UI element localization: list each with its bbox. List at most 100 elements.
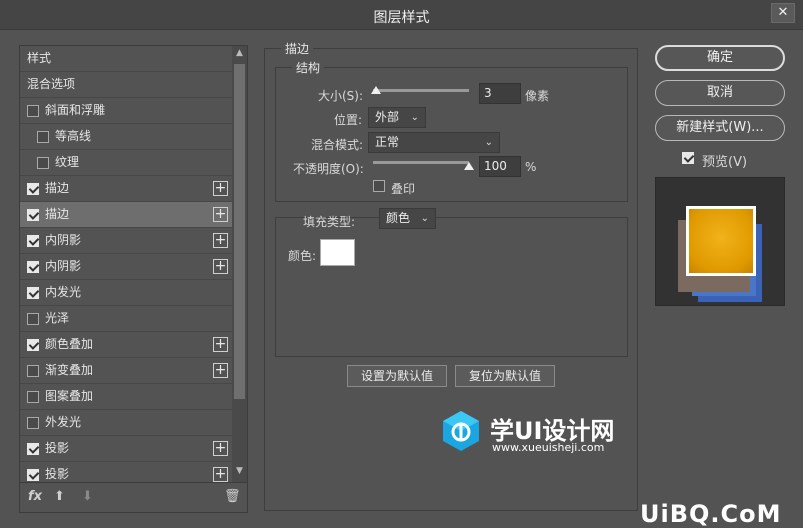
preview-swatch — [689, 209, 753, 273]
add-effect-icon[interactable]: + — [213, 337, 228, 352]
style-item-label: 图案叠加 — [45, 389, 94, 403]
scrollbar-thumb[interactable] — [234, 64, 245, 399]
style-item[interactable]: 纹理 — [20, 150, 232, 176]
style-item[interactable]: 内阴影 + — [20, 254, 232, 280]
style-item[interactable]: 颜色叠加 + — [20, 332, 232, 358]
reset-default-button[interactable]: 复位为默认值 — [455, 365, 555, 387]
style-item-checkbox[interactable] — [27, 417, 39, 429]
style-item-checkbox[interactable] — [27, 313, 39, 325]
cancel-button[interactable]: 取消 — [655, 80, 785, 106]
blend-mode-label: 混合模式: — [311, 138, 364, 152]
watermark-logo-icon — [443, 411, 479, 451]
style-item-checkbox[interactable] — [27, 469, 39, 481]
new-style-button[interactable]: 新建样式(W)... — [655, 115, 785, 141]
trash-icon[interactable]: 🗑 — [224, 489, 241, 504]
opacity-input[interactable]: 100 — [479, 156, 521, 177]
add-effect-icon[interactable]: + — [213, 233, 228, 248]
opacity-label: 不透明度(O): — [293, 162, 364, 176]
add-effect-icon[interactable]: + — [213, 207, 228, 222]
position-label: 位置: — [334, 113, 363, 127]
style-item-checkbox[interactable] — [27, 105, 39, 117]
preview-checkbox[interactable] — [682, 152, 694, 164]
style-item[interactable]: 内发光 — [20, 280, 232, 306]
style-item-checkbox[interactable] — [27, 339, 39, 351]
watermark-url: www.xueuisheji.com — [492, 441, 605, 454]
opacity-slider-thumb[interactable] — [464, 162, 474, 170]
close-icon[interactable]: ✕ — [771, 3, 795, 23]
add-effect-icon[interactable]: + — [213, 181, 228, 196]
move-up-icon[interactable]: ⬆ — [54, 489, 65, 504]
add-effect-icon[interactable]: + — [213, 467, 228, 482]
style-item-label: 颜色叠加 — [45, 337, 94, 351]
add-effect-icon[interactable]: + — [213, 259, 228, 274]
position-select[interactable]: 外部 ⌄ — [368, 107, 426, 128]
size-unit: 像素 — [525, 89, 550, 103]
preview-label: 预览(V) — [702, 155, 748, 170]
style-item[interactable]: 斜面和浮雕 — [20, 98, 232, 124]
move-down-icon[interactable]: ⬇ — [82, 489, 93, 504]
style-item[interactable]: 投影 + — [20, 462, 232, 482]
opacity-slider-track[interactable] — [373, 161, 469, 164]
style-item-checkbox[interactable] — [27, 443, 39, 455]
style-item-label: 内发光 — [45, 285, 82, 299]
style-item-label: 描边 — [45, 207, 70, 221]
scroll-down-icon[interactable]: ▼ — [232, 466, 247, 476]
title-bar: 图层样式 ✕ — [0, 0, 803, 30]
add-effect-icon[interactable]: + — [213, 363, 228, 378]
size-input[interactable]: 3 — [479, 83, 521, 104]
style-item[interactable]: 样式 — [20, 46, 232, 72]
style-item[interactable]: 光泽 — [20, 306, 232, 332]
fill-type-group — [275, 217, 628, 357]
overprint-label: 叠印 — [391, 182, 416, 196]
fx-icon[interactable]: fx — [28, 489, 42, 504]
chevron-down-icon: ⌄ — [420, 213, 429, 224]
style-item-label: 渐变叠加 — [45, 363, 94, 377]
set-default-button[interactable]: 设置为默认值 — [347, 365, 447, 387]
style-item-checkbox[interactable] — [37, 131, 49, 143]
watermark-corner: UiBQ.CoM — [640, 500, 782, 528]
add-effect-icon[interactable]: + — [213, 441, 228, 456]
ok-button[interactable]: 确定 — [655, 45, 785, 71]
style-item[interactable]: 混合选项 — [20, 72, 232, 98]
style-item[interactable]: 外发光 — [20, 410, 232, 436]
style-item[interactable]: 投影 + — [20, 436, 232, 462]
overprint-checkbox[interactable] — [373, 180, 385, 192]
opacity-unit: % — [525, 160, 537, 174]
style-item[interactable]: 内阴影 + — [20, 228, 232, 254]
style-item-label: 投影 — [45, 467, 70, 481]
style-item-label: 等高线 — [55, 129, 92, 143]
scroll-up-icon[interactable]: ▲ — [232, 48, 247, 58]
style-item[interactable]: 描边 + — [20, 202, 232, 228]
style-item-label: 内阴影 — [45, 259, 82, 273]
size-label: 大小(S): — [318, 89, 364, 103]
style-item[interactable]: 图案叠加 — [20, 384, 232, 410]
style-item-checkbox[interactable] — [27, 287, 39, 299]
style-item-checkbox[interactable] — [37, 157, 49, 169]
style-item-checkbox[interactable] — [27, 209, 39, 221]
styles-scrollbar[interactable]: ▲ ▼ — [232, 46, 247, 482]
style-preview — [655, 177, 785, 306]
size-slider-thumb[interactable] — [370, 86, 381, 94]
style-item-checkbox[interactable] — [27, 183, 39, 195]
blend-mode-value: 正常 — [375, 135, 400, 149]
style-item-checkbox[interactable] — [27, 235, 39, 247]
style-item-checkbox[interactable] — [27, 365, 39, 377]
size-slider-track[interactable] — [373, 89, 469, 92]
style-item-label: 混合选项 — [27, 77, 76, 91]
fill-type-label: 填充类型: — [303, 215, 356, 229]
style-item-checkbox[interactable] — [27, 261, 39, 273]
color-label: 颜色: — [288, 249, 317, 263]
style-item[interactable]: 渐变叠加 + — [20, 358, 232, 384]
chevron-down-icon: ⌄ — [484, 137, 493, 148]
blend-mode-select[interactable]: 正常 ⌄ — [368, 132, 500, 153]
style-item-label: 光泽 — [45, 311, 70, 325]
stroke-group-title: 描边 — [281, 40, 314, 57]
structure-group-title: 结构 — [292, 59, 325, 76]
stroke-color-swatch[interactable] — [320, 239, 355, 266]
style-item-label: 投影 — [45, 441, 70, 455]
style-item[interactable]: 描边 + — [20, 176, 232, 202]
fill-type-select[interactable]: 颜色 ⌄ — [379, 208, 436, 229]
style-item-label: 斜面和浮雕 — [45, 103, 106, 117]
style-item[interactable]: 等高线 — [20, 124, 232, 150]
style-item-checkbox[interactable] — [27, 391, 39, 403]
